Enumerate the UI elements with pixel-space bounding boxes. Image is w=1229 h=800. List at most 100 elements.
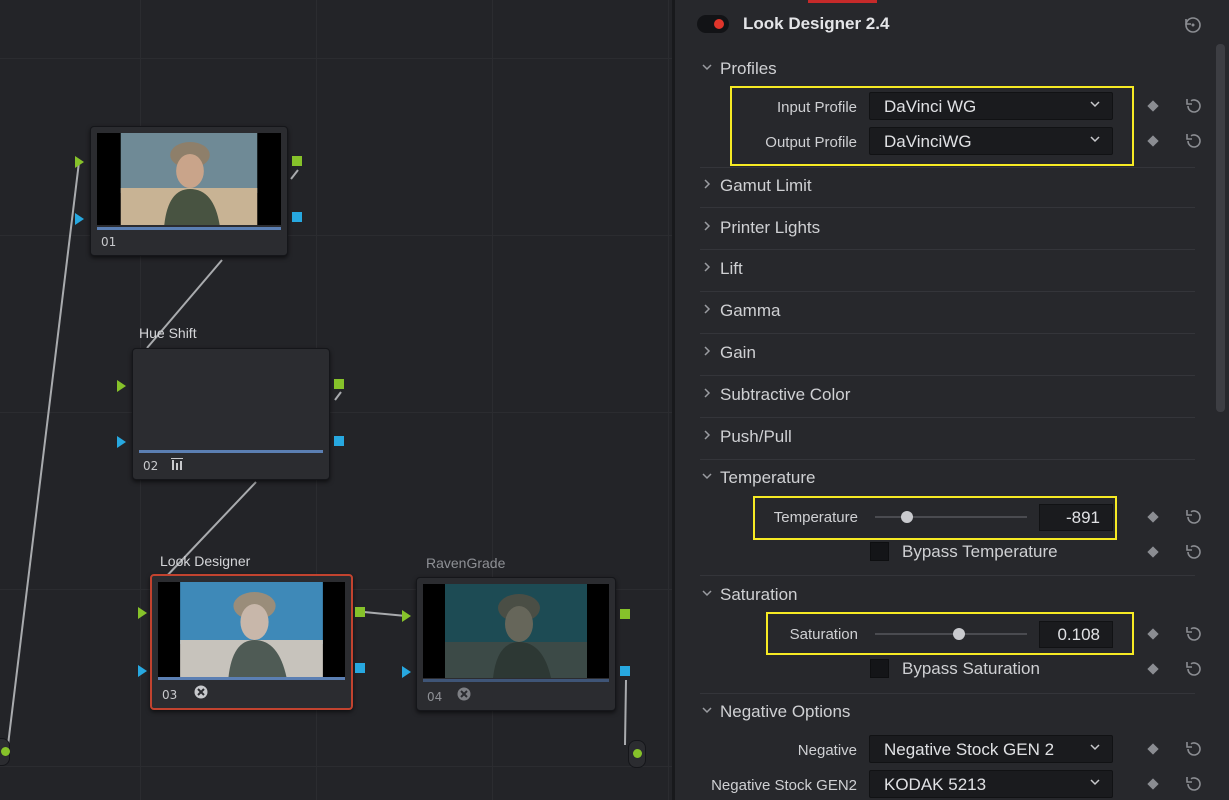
- alpha-input-port[interactable]: [402, 666, 411, 678]
- section-gamut-limit[interactable]: Gamut Limit: [675, 172, 1195, 202]
- dropdown-value: DaVinci WG: [884, 97, 977, 116]
- section-saturation[interactable]: Saturation: [675, 581, 1195, 611]
- divider: [700, 249, 1195, 250]
- saturation-label: Saturation: [789, 626, 858, 643]
- wire-01-out: [290, 169, 299, 180]
- rgb-input-port[interactable]: [138, 607, 147, 619]
- bypass-temperature-row: Bypass Temperature: [675, 538, 1215, 568]
- alpha-input-port[interactable]: [117, 436, 126, 448]
- keyframe-diamond-icon[interactable]: [1147, 100, 1159, 112]
- rgb-output-port[interactable]: [292, 156, 302, 166]
- section-profiles[interactable]: Profiles: [675, 55, 1195, 85]
- plugin-icon: [194, 685, 208, 702]
- section-gain[interactable]: Gain: [675, 339, 1195, 369]
- saturation-value-input[interactable]: 0.108: [1039, 621, 1113, 648]
- node-01[interactable]: 01: [90, 126, 288, 256]
- section-title: Gamma: [720, 301, 781, 320]
- alpha-output-port[interactable]: [292, 212, 302, 222]
- node-number: 01: [101, 235, 117, 249]
- node-04[interactable]: 04: [416, 577, 616, 711]
- bypass-temperature-label: Bypass Temperature: [902, 542, 1058, 561]
- alpha-output-port[interactable]: [355, 663, 365, 673]
- keyframe-diamond-icon[interactable]: [1147, 743, 1159, 755]
- output-profile-row: Output Profile DaVinciWG: [675, 127, 1215, 157]
- source-port: [1, 747, 10, 756]
- alpha-input-port[interactable]: [138, 665, 147, 677]
- section-subtractive-color[interactable]: Subtractive Color: [675, 381, 1195, 411]
- plugin-enable-toggle[interactable]: [697, 15, 729, 33]
- negative-row: Negative Negative Stock GEN 2: [675, 735, 1215, 765]
- divider: [700, 375, 1195, 376]
- reset-icon[interactable]: [1183, 658, 1205, 680]
- source-input-node[interactable]: [0, 738, 10, 766]
- saturation-row: Saturation 0.108: [675, 620, 1215, 650]
- keyframe-diamond-icon[interactable]: [1147, 628, 1159, 640]
- temperature-value-input[interactable]: -891: [1039, 504, 1113, 531]
- divider: [700, 459, 1195, 460]
- negative-dropdown[interactable]: Negative Stock GEN 2: [869, 735, 1113, 763]
- section-printer-lights[interactable]: Printer Lights: [675, 214, 1195, 244]
- temperature-slider[interactable]: [875, 511, 1027, 523]
- rgb-input-port[interactable]: [117, 380, 126, 392]
- reset-icon[interactable]: [1183, 773, 1205, 795]
- section-push-pull[interactable]: Push/Pull: [675, 423, 1195, 453]
- alpha-output-port[interactable]: [620, 666, 630, 676]
- chevron-right-icon: [701, 386, 713, 402]
- output-profile-dropdown[interactable]: DaVinciWG: [869, 127, 1113, 155]
- section-lift[interactable]: Lift: [675, 255, 1195, 285]
- keyframe-diamond-icon[interactable]: [1147, 663, 1159, 675]
- chevron-right-icon: [701, 260, 713, 276]
- node-graph[interactable]: 01 Hue Shift 02 Look Designer 03 RavenGr…: [0, 0, 672, 800]
- output-port: [633, 749, 642, 758]
- reset-icon[interactable]: [1183, 738, 1205, 760]
- rgb-input-port[interactable]: [402, 610, 411, 622]
- rgb-input-port[interactable]: [75, 156, 84, 168]
- section-temperature[interactable]: Temperature: [675, 464, 1195, 494]
- reset-icon[interactable]: [1183, 623, 1205, 645]
- divider: [700, 291, 1195, 292]
- keyframe-diamond-icon[interactable]: [1147, 778, 1159, 790]
- node-progress-bar: [158, 677, 345, 680]
- section-gamma[interactable]: Gamma: [675, 297, 1195, 327]
- negative-stock-dropdown[interactable]: KODAK 5213: [869, 770, 1113, 798]
- chevron-right-icon: [701, 302, 713, 318]
- saturation-slider[interactable]: [875, 628, 1027, 640]
- alpha-input-port[interactable]: [75, 213, 84, 225]
- output-node[interactable]: [628, 740, 646, 768]
- node-number: 04: [427, 690, 443, 704]
- section-title: Negative Options: [720, 702, 851, 721]
- alpha-output-port[interactable]: [334, 436, 344, 446]
- input-profile-label: Input Profile: [776, 99, 857, 116]
- slider-handle[interactable]: [900, 511, 913, 523]
- reset-icon[interactable]: [1183, 541, 1205, 563]
- plugin-header: Look Designer 2.4: [675, 8, 1215, 44]
- node-03[interactable]: 03: [150, 574, 353, 710]
- reset-icon[interactable]: [1183, 506, 1205, 528]
- divider: [700, 207, 1195, 208]
- section-negative-options[interactable]: Negative Options: [675, 698, 1195, 728]
- rgb-output-port[interactable]: [355, 607, 365, 617]
- slider-handle[interactable]: [952, 628, 965, 640]
- section-title: Gain: [720, 343, 756, 362]
- section-title: Profiles: [720, 59, 777, 78]
- input-profile-dropdown[interactable]: DaVinci WG: [869, 92, 1113, 120]
- node-02[interactable]: 02: [132, 348, 330, 480]
- bypass-saturation-checkbox[interactable]: [870, 659, 889, 678]
- bypass-temperature-checkbox[interactable]: [870, 542, 889, 561]
- keyframe-diamond-icon[interactable]: [1147, 135, 1159, 147]
- node-number: 02: [143, 459, 159, 473]
- rgb-output-port[interactable]: [334, 379, 344, 389]
- active-tab-indicator: [808, 0, 877, 3]
- keyframe-diamond-icon[interactable]: [1147, 546, 1159, 558]
- reset-icon[interactable]: [1183, 95, 1205, 117]
- divider: [700, 575, 1195, 576]
- dropdown-value: DaVinciWG: [884, 132, 972, 151]
- reset-all-icon[interactable]: [1183, 15, 1203, 39]
- node-thumbnail: [158, 582, 345, 678]
- divider: [700, 333, 1195, 334]
- reset-icon[interactable]: [1183, 130, 1205, 152]
- inspector-scrollbar[interactable]: [1216, 44, 1225, 412]
- input-profile-row: Input Profile DaVinci WG: [675, 92, 1215, 122]
- keyframe-diamond-icon[interactable]: [1147, 511, 1159, 523]
- rgb-output-port[interactable]: [620, 609, 630, 619]
